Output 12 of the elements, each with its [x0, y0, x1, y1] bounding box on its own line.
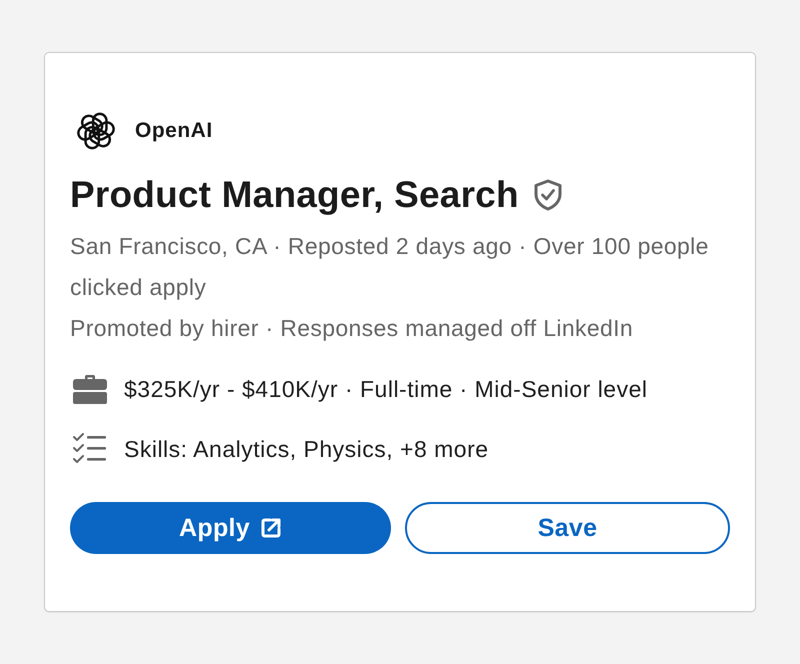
apply-button[interactable]: Apply	[70, 502, 391, 554]
skills-text: Skills: Analytics, Physics, +8 more	[124, 436, 489, 462]
save-button[interactable]: Save	[405, 502, 730, 554]
job-title: Product Manager, Search	[70, 173, 519, 217]
external-link-icon	[260, 517, 282, 539]
job-insight-text: $325K/yr - $410K/yr · Full-time · Mid-Senior level	[124, 376, 648, 402]
briefcase-icon	[73, 372, 107, 406]
job-meta-text: San Francisco, CA · Reposted 2 days ago · Over 100 people clicked apply	[70, 232, 710, 302]
checklist-icon	[73, 432, 107, 466]
job-meta-text: Promoted by hirer · Responses managed off LinkedIn	[70, 314, 634, 343]
knot-logo-icon	[77, 112, 115, 150]
company-name: OpenAI	[135, 119, 213, 143]
